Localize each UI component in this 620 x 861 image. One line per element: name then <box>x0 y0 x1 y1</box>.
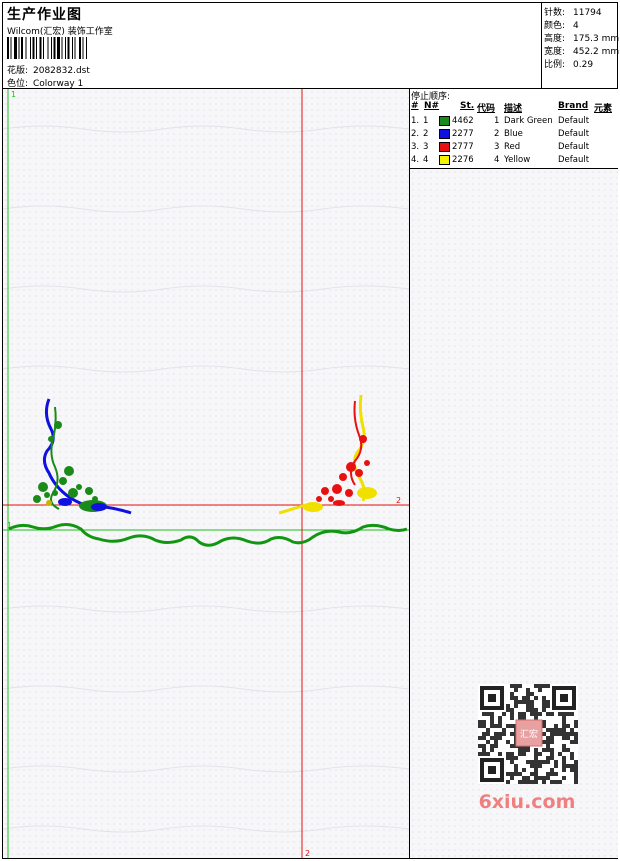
stop-sequence-panel: 停止顺序: # N# St. 代码 描述 Brand 元素 1. 1 4462 … <box>410 89 618 169</box>
page-title: 生产作业图 <box>7 7 82 23</box>
col-header-stitches: St. <box>460 101 475 111</box>
col-header-needle: N# <box>424 101 440 111</box>
left-blue-paisley <box>91 503 107 511</box>
right-yellow-petal <box>303 502 323 512</box>
design-stats: 针数: 11794 颜色: 4 高度: 175.3 mm 宽度: 452.2 mm 比例… <box>541 2 620 88</box>
color-swatch <box>439 129 450 139</box>
color-count: 颜色: 4 <box>544 21 579 31</box>
guide-label-v2: 2 <box>305 849 310 858</box>
color-swatch <box>439 116 450 126</box>
design-label: 花版: <box>7 66 29 76</box>
col-header-description: 描述 <box>504 104 523 114</box>
design-height: 高度: 175.3 mm <box>544 34 620 44</box>
embroidery-drawing: 1 1 2 2 <box>3 89 409 858</box>
design-scale: 比例: 0.29 <box>544 60 594 70</box>
guide-label-h2: 2 <box>396 496 401 505</box>
thread-row: 1. 1 4462 1 Dark Green Default <box>411 116 590 126</box>
col-header-element: 元素 <box>594 104 613 114</box>
barcode <box>7 37 87 59</box>
watermark: 汇宏 6xiu.com <box>470 680 585 815</box>
stamp-text: 汇宏 <box>520 728 538 740</box>
right-yellow-stem <box>278 503 306 515</box>
left-blue-petal <box>58 498 72 506</box>
left-blue-vine <box>42 398 132 515</box>
right-red-petal <box>333 500 345 506</box>
right-yellow-vine <box>352 394 366 502</box>
left-yellow-dot <box>46 500 52 506</box>
col-header-code: 代码 <box>477 104 496 114</box>
design-file-line: 花版: 2082832.dst <box>7 63 90 76</box>
design-preview: 1 1 2 2 <box>3 89 409 858</box>
left-leaves <box>33 421 98 503</box>
studio-name: Wilcom(汇宏) 装饰工作室 <box>7 27 113 37</box>
design-width: 宽度: 452.2 mm <box>544 47 620 57</box>
thread-row: 4. 4 2276 4 Yellow Default <box>411 155 590 165</box>
guide-label-v1: 1 <box>11 90 16 99</box>
header: 生产作业图 Wilcom(汇宏) 装饰工作室 花版: 2082832.dst 色位… <box>2 2 541 89</box>
stitch-count: 针数: 11794 <box>544 8 602 18</box>
scallop-border <box>8 523 408 547</box>
watermark-site: 6xiu.com <box>479 791 576 813</box>
color-swatch <box>439 142 450 152</box>
thread-row: 2. 2 2277 2 Blue Default <box>411 129 590 139</box>
col-header-index: # <box>411 101 419 111</box>
qr-code-icon: 汇宏 6xiu.com <box>478 684 578 813</box>
thread-row: 3. 3 2777 3 Red Default <box>411 142 590 152</box>
right-yellow-paisley <box>357 487 377 499</box>
color-swatch <box>439 155 450 165</box>
col-header-brand: Brand <box>558 101 589 111</box>
design-file: 2082832.dst <box>33 66 90 76</box>
